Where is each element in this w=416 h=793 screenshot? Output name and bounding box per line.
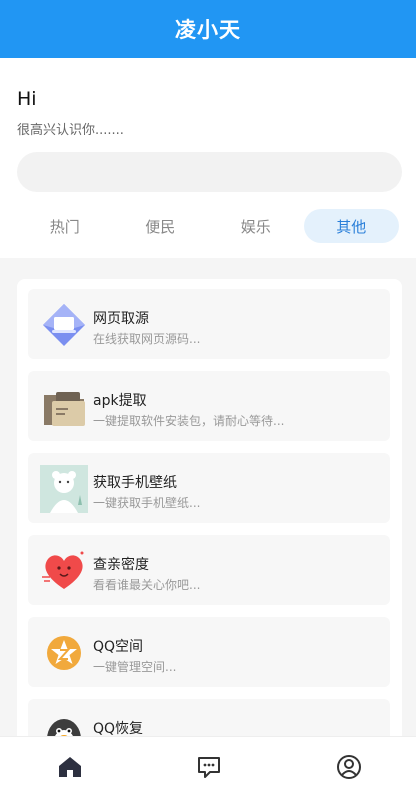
item-description: 一键管理空间... [93, 660, 177, 674]
search-input[interactable] [17, 152, 402, 192]
list-item-intimacy[interactable]: 查亲密度 看看谁最关心你吧... [28, 535, 390, 605]
item-title: QQ恢复 [93, 721, 144, 737]
title-bar: 凌小天 [0, 0, 416, 58]
item-description: 看看谁最关心你吧... [93, 578, 201, 592]
folder-icon [44, 392, 85, 426]
item-title: 查亲密度 [93, 557, 149, 573]
profile-icon [337, 755, 361, 779]
item-description: 在线获取网页源码... [93, 332, 201, 346]
greeting-title: Hi [17, 88, 37, 110]
tab-other[interactable]: 其他 [303, 209, 399, 243]
list-item-wallpaper[interactable]: 获取手机壁纸 一键获取手机壁纸... [28, 453, 390, 523]
tab-entertainment[interactable]: 娱乐 [208, 209, 304, 243]
nav-messages[interactable] [195, 753, 223, 781]
list-item-webpage-source[interactable]: 网页取源 在线获取网页源码... [28, 289, 390, 359]
tab-hot[interactable]: 热门 [17, 209, 113, 243]
wallpaper-icon [40, 465, 88, 513]
tab-convenience[interactable]: 便民 [113, 209, 209, 243]
tool-list: 网页取源 在线获取网页源码... apk提取 一键提取软件安装包，请耐心等待..… [17, 279, 402, 759]
qzone-star-icon [47, 636, 81, 670]
greeting-subtitle: 很高兴认识你....... [17, 123, 124, 138]
heart-icon [42, 551, 84, 589]
bottom-navigation [0, 736, 416, 793]
app-title: 凌小天 [175, 18, 241, 42]
webpage-source-icon [43, 304, 85, 346]
list-item-qzone[interactable]: QQ空间 一键管理空间... [28, 617, 390, 687]
category-tabs: 热门 便民 娱乐 其他 [17, 209, 399, 243]
item-description: 一键获取手机壁纸... [93, 496, 201, 510]
item-title: 网页取源 [93, 311, 149, 327]
nav-profile[interactable] [335, 753, 363, 781]
nav-home[interactable] [56, 753, 84, 781]
message-icon [198, 757, 220, 778]
home-icon [59, 757, 81, 777]
list-item-apk-extract[interactable]: apk提取 一键提取软件安装包，请耐心等待... [28, 371, 390, 441]
item-title: 获取手机壁纸 [93, 475, 177, 491]
item-title: QQ空间 [93, 639, 144, 655]
app-screen: 凌小天 Hi 很高兴认识你....... 热门 便民 娱乐 其他 网页取源 在线… [0, 0, 416, 793]
item-title: apk提取 [93, 393, 147, 409]
header-section: Hi 很高兴认识你....... 热门 便民 娱乐 其他 [0, 58, 416, 258]
item-description: 一键提取软件安装包，请耐心等待... [93, 414, 285, 428]
